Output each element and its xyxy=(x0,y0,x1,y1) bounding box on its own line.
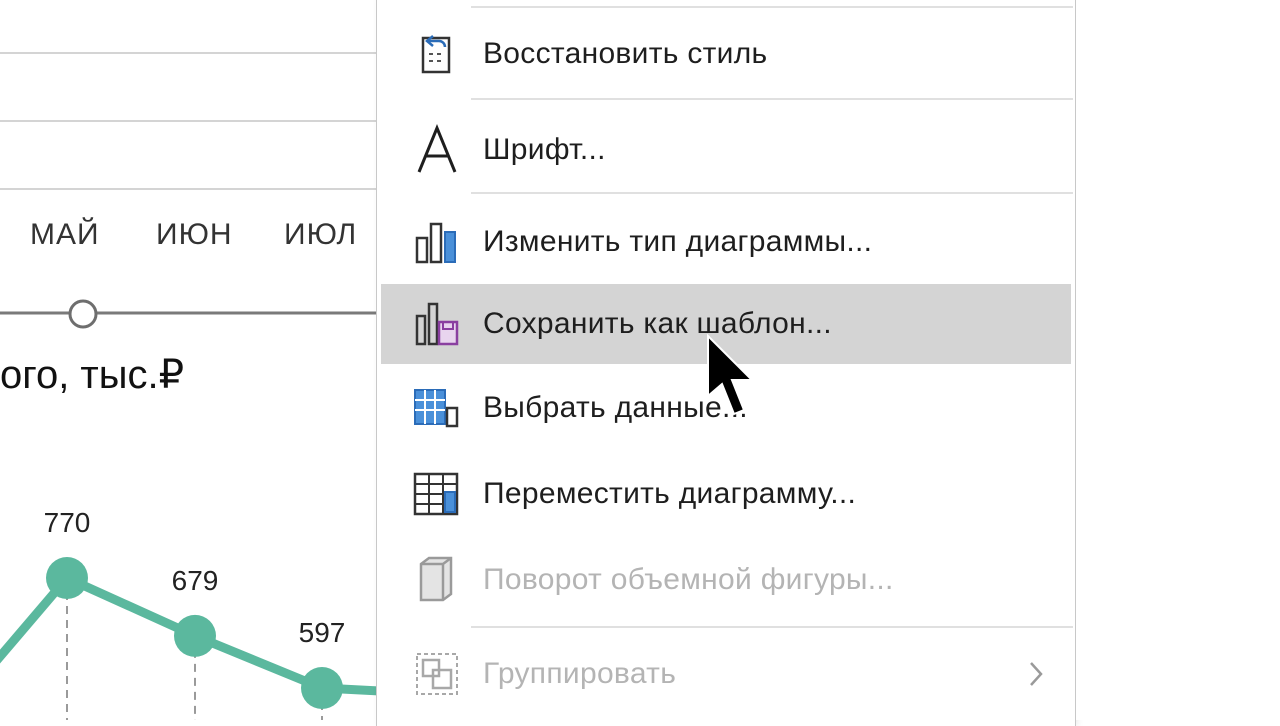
menu-item-font[interactable]: Шрифт... xyxy=(381,110,1071,190)
menu-separator xyxy=(471,626,1073,628)
menu-separator xyxy=(471,192,1073,194)
menu-item-label: Изменить тип диаграммы... xyxy=(483,225,873,258)
data-label: 770 xyxy=(44,507,91,538)
3d-rotation-icon xyxy=(411,554,463,606)
menu-item-change-chart-type[interactable]: Изменить тип диаграммы... xyxy=(381,202,1071,282)
data-point[interactable] xyxy=(46,557,88,599)
menu-item-label: Переместить диаграмму... xyxy=(483,477,857,510)
menu-item-label: Сохранить как шаблон... xyxy=(483,307,832,340)
chart-title[interactable]: ого, тыс.₽ xyxy=(0,352,184,398)
data-label: 597 xyxy=(299,617,346,648)
timeline-slider-handle[interactable] xyxy=(68,299,98,329)
move-chart-icon xyxy=(411,468,463,520)
menu-item-label: Группировать xyxy=(483,657,677,690)
font-icon xyxy=(411,124,463,176)
menu-item-label: Восстановить стиль xyxy=(483,37,768,70)
data-label: 679 xyxy=(172,565,219,596)
menu-separator xyxy=(471,98,1073,100)
reset-style-icon xyxy=(411,28,463,80)
group-icon xyxy=(411,648,463,700)
background-area xyxy=(1076,0,1280,720)
menu-separator xyxy=(471,6,1073,8)
save-template-icon xyxy=(411,298,463,350)
menu-item-group[interactable]: Группировать xyxy=(381,634,1071,714)
chart-type-icon xyxy=(411,216,463,268)
menu-item-3d-rotation[interactable]: Поворот объемной фигуры... xyxy=(381,540,1071,620)
chevron-right-icon xyxy=(1027,660,1045,693)
chart-area: МАЙ ИЮН ИЮЛ 770 679 597 ого, тыс.₽ xyxy=(0,0,380,720)
select-data-icon xyxy=(411,382,463,434)
menu-item-move-chart[interactable]: Переместить диаграмму... xyxy=(381,454,1071,534)
data-point[interactable] xyxy=(174,614,216,657)
data-point[interactable] xyxy=(301,667,343,709)
menu-item-label: Поворот объемной фигуры... xyxy=(483,563,894,596)
mouse-cursor-icon xyxy=(706,333,762,429)
menu-item-reset-style[interactable]: Восстановить стиль xyxy=(381,14,1071,94)
menu-item-label: Шрифт... xyxy=(483,133,606,166)
